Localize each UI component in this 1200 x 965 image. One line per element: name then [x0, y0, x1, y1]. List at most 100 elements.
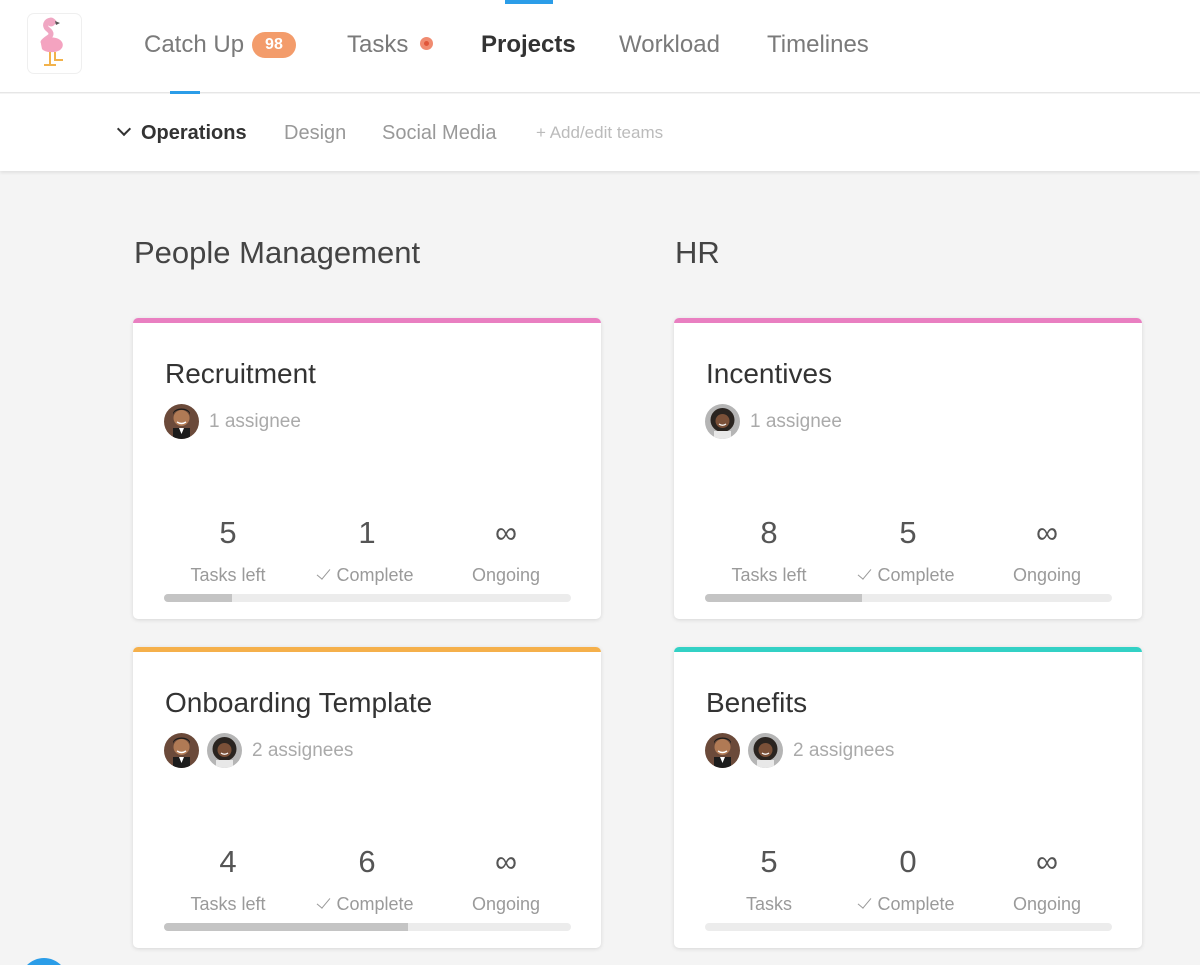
project-card-onboarding-template[interactable]: Onboarding Template 2 assignees 4 Tasks … [133, 647, 601, 948]
ongoing-stat: ∞ Ongoing [436, 844, 576, 914]
flamingo-logo[interactable] [28, 14, 81, 73]
stat-value: 5 [219, 515, 237, 550]
catch-up-count-badge: 98 [252, 32, 296, 58]
ongoing-stat: ∞ Ongoing [977, 844, 1117, 914]
team-tab-operations[interactable]: Operations [116, 121, 247, 145]
nav-tab-workload[interactable]: Workload [619, 30, 720, 60]
nav-tab-label: Workload [619, 31, 720, 58]
stat-label: Complete [297, 894, 437, 914]
assignee-count: 1 assignee [750, 410, 842, 432]
team-tab-label: Design [284, 122, 347, 144]
project-card-recruitment[interactable]: Recruitment 1 assignee 5 Tasks left 1 Co… [133, 318, 601, 619]
team-tab-label: Social Media [382, 122, 497, 144]
ongoing-stat: ∞ Ongoing [436, 515, 576, 585]
floating-action-button[interactable] [20, 958, 68, 965]
assignee-count: 1 assignee [209, 410, 301, 432]
flamingo-icon [40, 17, 63, 66]
progress-bar [705, 923, 1112, 931]
stat-value: 5 [899, 515, 917, 550]
assignee-list[interactable]: 1 assignee [705, 404, 842, 439]
notification-dot-icon [420, 37, 434, 50]
stat-label: Ongoing [471, 894, 541, 914]
progress-bar [164, 594, 571, 602]
stat-label: Tasks left [190, 894, 266, 914]
project-color-bar [133, 318, 601, 323]
check-icon [317, 565, 331, 580]
tasks-left-stat: 8 Tasks left [699, 515, 839, 585]
stat-value: 5 [760, 844, 778, 879]
project-card-benefits[interactable]: Benefits 2 assignees 5 Tasks 0 Complete … [674, 647, 1142, 948]
stat-label-text: Complete [336, 894, 414, 914]
avatar [748, 733, 783, 768]
avatar [164, 733, 199, 768]
project-card-incentives[interactable]: Incentives 1 assignee 8 Tasks left 5 Com… [674, 318, 1142, 619]
chevron-down-icon [116, 121, 132, 137]
nav-tab-label: Catch Up [144, 31, 245, 58]
tasks-left-stat: 4 Tasks left [158, 844, 298, 914]
assignee-count: 2 assignees [793, 739, 895, 761]
nav-tab-label: Projects [481, 31, 576, 58]
avatar [164, 404, 199, 439]
team-tab-design[interactable]: Design [284, 121, 346, 145]
avatar [705, 733, 740, 768]
progress-bar [705, 594, 1112, 602]
nav-tab-label: Timelines [767, 31, 869, 58]
stat-value: 4 [219, 844, 237, 879]
nav-tab-catch-up[interactable]: Catch Up 98 [144, 30, 296, 60]
stat-label: Complete [297, 565, 437, 585]
stat-label: Tasks left [731, 565, 807, 585]
ongoing-stat: ∞ Ongoing [977, 515, 1117, 585]
assignee-list[interactable]: 1 assignee [164, 404, 301, 439]
check-icon [858, 565, 872, 580]
project-title: Recruitment [165, 358, 316, 389]
project-color-bar [133, 647, 601, 652]
section-title: People Management [134, 235, 421, 270]
stat-value: 1 [358, 515, 376, 550]
stat-value: ∞ [1035, 515, 1059, 550]
check-icon [858, 894, 872, 909]
complete-stat: 6 Complete [297, 844, 437, 914]
stat-label: Ongoing [471, 565, 541, 585]
stat-label: Tasks [745, 894, 792, 914]
stat-label: Tasks left [190, 565, 266, 585]
project-title: Onboarding Template [165, 687, 433, 718]
progress-fill [705, 594, 862, 602]
project-color-bar [674, 647, 1142, 652]
nav-tab-tasks[interactable]: Tasks [347, 30, 434, 60]
stat-value: ∞ [1035, 844, 1059, 879]
stat-label: Complete [838, 894, 978, 914]
nav-tab-timelines[interactable]: Timelines [767, 30, 869, 60]
stat-value: ∞ [494, 515, 518, 550]
team-navigation: Operations Design Social Media + Add/edi… [0, 94, 1200, 171]
stat-label-text: Complete [877, 565, 955, 585]
progress-bar [164, 923, 571, 931]
stat-label-text: Complete [336, 565, 414, 585]
progress-fill [164, 923, 409, 931]
nav-tab-label: Tasks [347, 31, 409, 58]
complete-stat: 0 Complete [838, 844, 978, 914]
assignee-list[interactable]: 2 assignees [164, 733, 353, 768]
nav-tab-projects[interactable]: Projects [481, 30, 576, 60]
progress-fill [164, 594, 232, 602]
complete-stat: 5 Complete [838, 515, 978, 585]
project-color-bar [674, 318, 1142, 323]
stat-value: 0 [899, 844, 917, 879]
team-tab-social-media[interactable]: Social Media [382, 121, 497, 145]
project-title: Benefits [706, 687, 808, 718]
stat-label: Complete [838, 565, 978, 585]
complete-stat: 1 Complete [297, 515, 437, 585]
stat-label: Ongoing [1012, 894, 1082, 914]
stat-value: 8 [760, 515, 778, 550]
tasks-left-stat: 5 Tasks left [158, 515, 298, 585]
stat-value: 6 [358, 844, 376, 879]
tasks-stat: 5 Tasks [699, 844, 839, 914]
stat-value: ∞ [494, 844, 518, 879]
avatar [705, 404, 740, 439]
avatar [207, 733, 242, 768]
stat-label-text: Complete [877, 894, 955, 914]
check-icon [317, 894, 331, 909]
section-title: HR [675, 235, 720, 270]
assignee-list[interactable]: 2 assignees [705, 733, 894, 768]
add-edit-teams-link[interactable]: + Add/edit teams [536, 122, 663, 144]
top-navigation: Catch Up 98 Tasks Projects Workload Timel… [0, 0, 1200, 94]
